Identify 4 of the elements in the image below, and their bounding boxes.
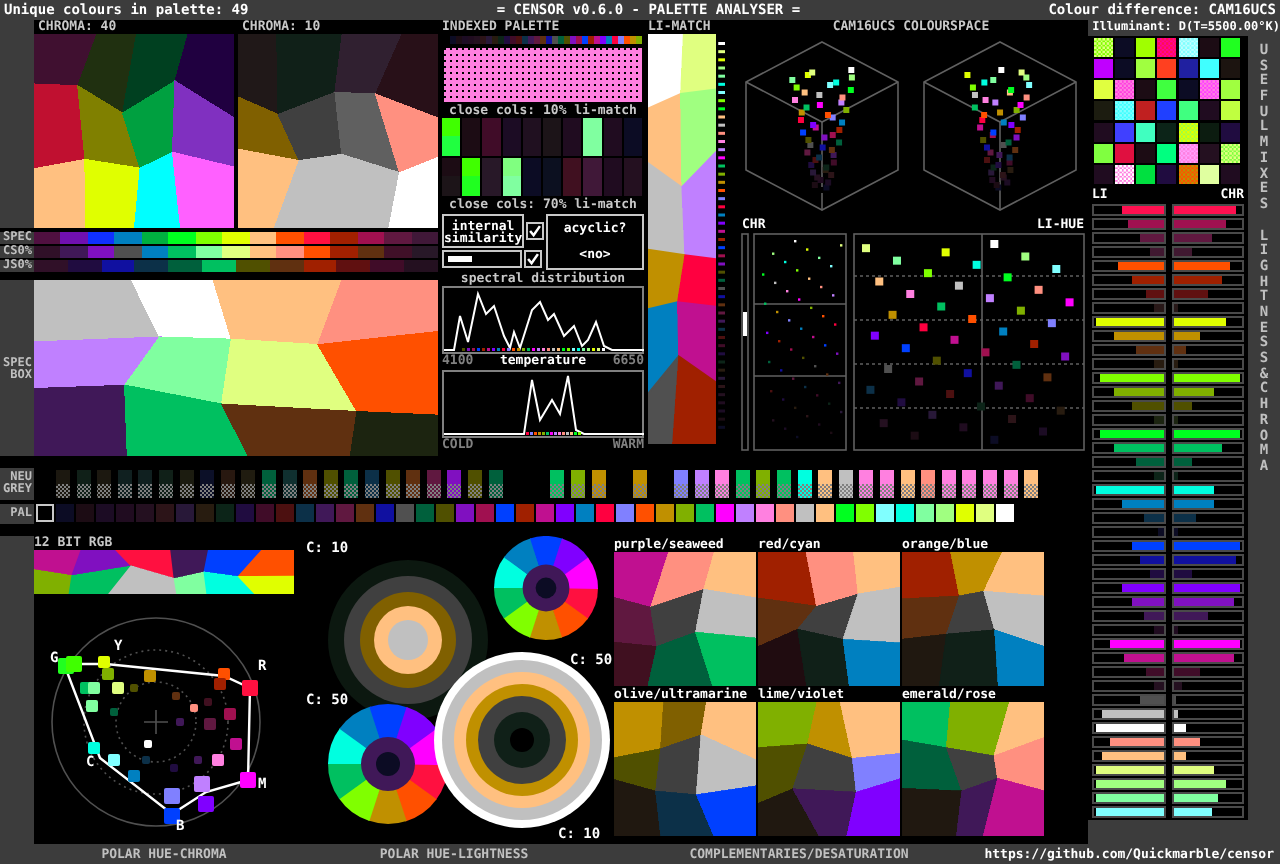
checkbox[interactable] — [524, 250, 542, 268]
colour-wheel-drawing — [494, 536, 598, 640]
similarity-slider[interactable] — [442, 250, 522, 268]
checkbox[interactable] — [526, 222, 545, 240]
